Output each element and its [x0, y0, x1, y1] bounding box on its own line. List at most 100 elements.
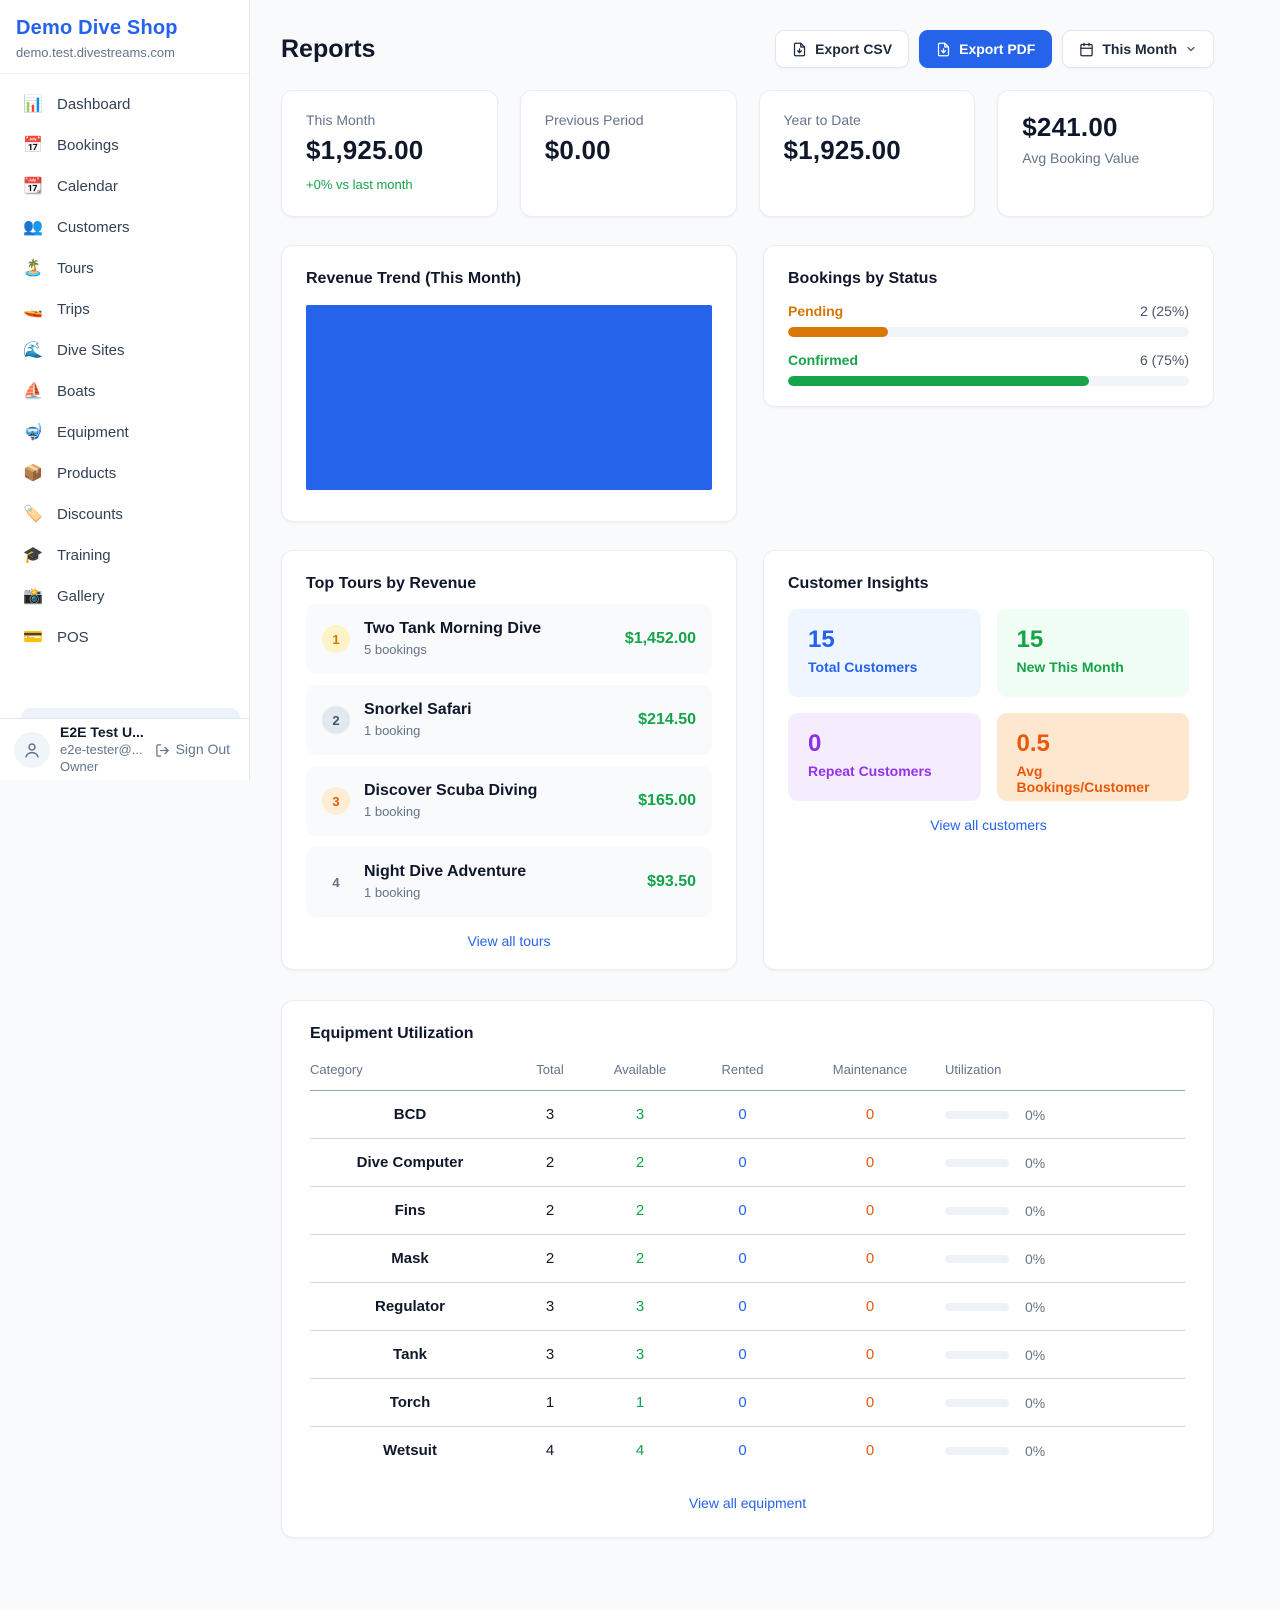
user-name: E2E Test U...	[60, 724, 230, 742]
tag-icon: 🏷️	[22, 504, 44, 524]
package-icon: 📦	[22, 463, 44, 483]
status-label-confirmed: Confirmed	[788, 352, 858, 368]
utilization-percent: 0%	[1025, 1395, 1045, 1411]
sidebar-item-gallery[interactable]: 📸 Gallery	[12, 576, 237, 616]
calendar-date-icon: 📅	[22, 135, 44, 155]
stat-label: Year to Date	[784, 112, 951, 128]
cell-rented: 0	[690, 1427, 795, 1475]
bar-chart-icon: 📊	[22, 94, 44, 114]
export-csv-button[interactable]: Export CSV	[775, 30, 909, 68]
cell-rented: 0	[690, 1235, 795, 1283]
sidebar-item-bookings[interactable]: 📅 Bookings	[12, 125, 237, 165]
sidebar-item-training[interactable]: 🎓 Training	[12, 535, 237, 575]
rank-badge: 3	[322, 787, 350, 815]
file-download-icon	[936, 42, 951, 57]
sidebar: Demo Dive Shop demo.test.divestreams.com…	[0, 0, 250, 780]
sidebar-item-label: Training	[57, 547, 111, 564]
cell-category: Mask	[310, 1235, 510, 1283]
stat-value: $0.00	[545, 135, 712, 166]
sidebar-item-trips[interactable]: 🚤 Trips	[12, 289, 237, 329]
status-row-confirmed: Confirmed 6 (75%)	[788, 352, 1189, 386]
sidebar-item-dive-sites[interactable]: 🌊 Dive Sites	[12, 330, 237, 370]
status-bar-fill-pending	[788, 327, 888, 337]
export-pdf-button[interactable]: Export PDF	[919, 30, 1052, 68]
cell-total: 4	[510, 1427, 590, 1475]
cell-maintenance: 0	[795, 1331, 945, 1379]
chevron-down-icon	[1185, 43, 1197, 55]
cell-rented: 0	[690, 1187, 795, 1235]
status-count-pending: 2 (25%)	[1140, 303, 1189, 319]
sidebar-item-label: Gallery	[57, 588, 105, 605]
user-role: Owner	[60, 759, 230, 775]
column-header-rented: Rented	[690, 1062, 795, 1091]
top-tours-title: Top Tours by Revenue	[306, 575, 712, 593]
utilization-bar	[945, 1159, 1009, 1167]
stat-label: Previous Period	[545, 112, 712, 128]
equipment-utilization-card: Equipment Utilization Category Total Ava…	[281, 1000, 1214, 1538]
sidebar-item-tours[interactable]: 🏝️ Tours	[12, 248, 237, 288]
cell-total: 3	[510, 1331, 590, 1379]
cell-category: Regulator	[310, 1283, 510, 1331]
cell-maintenance: 0	[795, 1283, 945, 1331]
view-all-equipment-link[interactable]: View all equipment	[310, 1495, 1185, 1511]
insight-value: 15	[1017, 626, 1170, 654]
revenue-trend-title: Revenue Trend (This Month)	[306, 270, 712, 288]
bookings-by-status-card: Bookings by Status Pending 2 (25%) Confi…	[763, 245, 1214, 407]
stat-label: Avg Booking Value	[1022, 150, 1189, 166]
person-icon	[23, 741, 41, 759]
table-row: Regulator 3 3 0 0 0%	[310, 1283, 1185, 1331]
equipment-header-row: Category Total Available Rented Maintena…	[310, 1062, 1185, 1091]
insight-new-this-month: 15 New This Month	[997, 609, 1190, 697]
calendar-icon	[1079, 42, 1094, 57]
insight-label: Avg Bookings/Customer	[1017, 763, 1170, 795]
status-bar-track	[788, 327, 1189, 337]
sidebar-item-calendar[interactable]: 📆 Calendar	[12, 166, 237, 206]
stat-card-previous-period: Previous Period $0.00	[520, 90, 737, 217]
stat-card-this-month: This Month $1,925.00 +0% vs last month	[281, 90, 498, 217]
sign-out-button[interactable]: Sign Out	[155, 741, 230, 759]
stat-value: $1,925.00	[306, 135, 473, 166]
insight-value: 0.5	[1017, 730, 1170, 758]
tour-row: 3 Discover Scuba Diving 1 booking $165.0…	[306, 766, 712, 836]
tour-bookings: 1 booking	[364, 723, 472, 740]
cell-rented: 0	[690, 1283, 795, 1331]
table-row: BCD 3 3 0 0 0%	[310, 1091, 1185, 1139]
bookings-by-status-title: Bookings by Status	[788, 270, 1189, 288]
sidebar-item-customers[interactable]: 👥 Customers	[12, 207, 237, 247]
sidebar-item-label: Customers	[57, 219, 130, 236]
view-all-customers-link[interactable]: View all customers	[788, 817, 1189, 833]
tour-bookings: 5 bookings	[364, 642, 541, 659]
cell-maintenance: 0	[795, 1187, 945, 1235]
brand-name[interactable]: Demo Dive Shop	[16, 17, 233, 40]
tour-name: Two Tank Morning Dive	[364, 619, 541, 640]
period-dropdown[interactable]: This Month	[1062, 30, 1214, 68]
sidebar-item-reports-active-partial[interactable]	[21, 708, 240, 718]
cell-rented: 0	[690, 1331, 795, 1379]
view-all-tours-link[interactable]: View all tours	[306, 933, 712, 949]
sidebar-item-products[interactable]: 📦 Products	[12, 453, 237, 493]
tour-revenue: $165.00	[638, 792, 696, 810]
cell-available: 2	[590, 1235, 690, 1283]
sailboat-icon: ⛵	[22, 381, 44, 401]
user-email: e2e-tester@...	[60, 742, 143, 758]
sidebar-item-label: Boats	[57, 383, 95, 400]
cell-available: 4	[590, 1427, 690, 1475]
sidebar-item-label: POS	[57, 629, 89, 646]
sidebar-item-equipment[interactable]: 🤿 Equipment	[12, 412, 237, 452]
sidebar-item-boats[interactable]: ⛵ Boats	[12, 371, 237, 411]
speedboat-icon: 🚤	[22, 299, 44, 319]
sidebar-item-pos[interactable]: 💳 POS	[12, 617, 237, 657]
cell-available: 2	[590, 1187, 690, 1235]
cell-maintenance: 0	[795, 1091, 945, 1139]
rank-badge: 4	[322, 868, 350, 896]
utilization-percent: 0%	[1025, 1155, 1045, 1171]
status-bar-fill-confirmed	[788, 376, 1089, 386]
cell-total: 2	[510, 1187, 590, 1235]
status-bar-track	[788, 376, 1189, 386]
file-download-icon	[792, 42, 807, 57]
sidebar-item-dashboard[interactable]: 📊 Dashboard	[12, 84, 237, 124]
sidebar-item-discounts[interactable]: 🏷️ Discounts	[12, 494, 237, 534]
island-icon: 🏝️	[22, 258, 44, 278]
sidebar-nav: 📊 Dashboard 📅 Bookings 📆 Calendar 👥 Cust…	[0, 74, 249, 657]
cell-maintenance: 0	[795, 1379, 945, 1427]
